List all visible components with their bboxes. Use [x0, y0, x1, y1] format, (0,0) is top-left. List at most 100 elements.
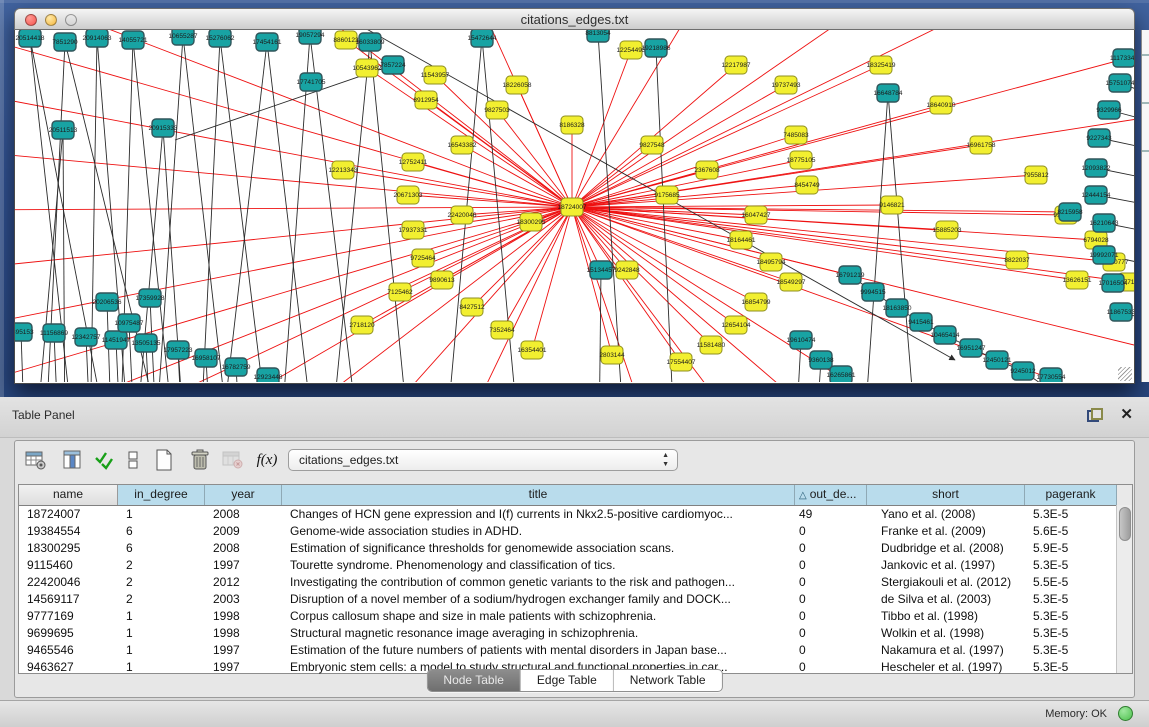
- graph-node-label: 16210643: [1090, 220, 1119, 227]
- graph-node-label: 7955812: [1023, 172, 1049, 179]
- graph-node-label: 7485083: [783, 132, 809, 139]
- citation-edge-red[interactable]: [572, 40, 1134, 207]
- table-cell: Tourette syndrome. Phenomenology and cla…: [282, 557, 795, 574]
- memory-status-indicator[interactable]: [1118, 706, 1133, 721]
- table-cell: Structural magnetic resonance image aver…: [282, 625, 795, 642]
- column-header-short[interactable]: short: [867, 485, 1025, 505]
- table-cell: 5.3E-5: [1025, 659, 1117, 676]
- graph-node-label: 11451947: [102, 337, 131, 344]
- column-header-out_de[interactable]: △out_de...: [795, 485, 867, 505]
- memory-status-label: Memory: OK: [1045, 708, 1107, 720]
- close-panel-icon[interactable]: ✕: [1120, 405, 1133, 423]
- window-resize-grip[interactable]: [1118, 367, 1132, 381]
- column-header-filler: [1117, 485, 1132, 505]
- column-header-year[interactable]: year: [205, 485, 282, 505]
- citation-edge-red[interactable]: [572, 30, 715, 207]
- citation-edge-red[interactable]: [408, 195, 572, 207]
- table-cell: 22420046: [19, 574, 118, 591]
- table-cell: 2008: [205, 506, 282, 523]
- dropdown-stepper-icon: ▲▼: [662, 451, 669, 469]
- table-cell: 2: [118, 591, 205, 608]
- table-row[interactable]: 969969511998Structural magnetic resonanc…: [19, 625, 1132, 642]
- citation-edge-red[interactable]: [572, 207, 612, 355]
- table-select-value: citations_edges.txt: [299, 453, 398, 467]
- table-cell: 9699695: [19, 625, 118, 642]
- tab-edge-table[interactable]: Edge Table: [521, 670, 614, 691]
- graph-node-label: 12213343: [329, 167, 358, 174]
- table-cell: 2009: [205, 523, 282, 540]
- citation-edge-red[interactable]: [572, 85, 786, 207]
- tab-network-table[interactable]: Network Table: [614, 670, 722, 691]
- graph-node-label: 16854799: [742, 299, 771, 306]
- table-cell: 2: [118, 557, 205, 574]
- citation-edge-red[interactable]: [572, 207, 1134, 382]
- citation-edge-black[interactable]: [220, 38, 270, 382]
- graph-node-label: 10975487: [115, 320, 144, 327]
- delete-column-icon[interactable]: [185, 446, 215, 474]
- graph-node-label: 20915333: [149, 125, 178, 132]
- table-cell: 5.3E-5: [1025, 625, 1117, 642]
- table-row[interactable]: 1938455462009Genome-wide association stu…: [19, 523, 1132, 540]
- table-cell: 5.9E-5: [1025, 540, 1117, 557]
- table-row[interactable]: 2242004622012Investigating the contribut…: [19, 574, 1132, 591]
- table-select-dropdown[interactable]: citations_edges.txt ▲▼: [288, 449, 678, 471]
- select-all-icon[interactable]: [89, 446, 119, 474]
- graph-node-label: 9890613: [429, 277, 455, 284]
- graph-node-label: 12450121: [983, 357, 1012, 364]
- new-table-icon[interactable]: [149, 446, 179, 474]
- column-header-title[interactable]: title: [282, 485, 795, 505]
- table-cell: 0: [795, 557, 867, 574]
- graph-node-label: 2367608: [694, 167, 720, 174]
- citation-edge-black[interactable]: [888, 93, 917, 382]
- table-toolbar: f(x) citations_edges.txt ▲▼: [15, 441, 1134, 481]
- vertical-scrollbar[interactable]: [1116, 505, 1132, 673]
- table-row[interactable]: 1872400712008Changes of HCN gene express…: [19, 506, 1132, 523]
- table-mode-tabs: Node TableEdge TableNetwork Table: [426, 669, 722, 692]
- tab-node-table[interactable]: Node Table: [427, 670, 521, 691]
- graph-node-label: 9415461: [908, 319, 934, 326]
- show-rows-icon[interactable]: [118, 446, 148, 474]
- citation-edge-red[interactable]: [15, 207, 572, 210]
- float-panel-icon[interactable]: [1087, 408, 1103, 422]
- delete-table-icon[interactable]: [218, 446, 248, 474]
- table-row[interactable]: 977716911998Corpus callosum shape and si…: [19, 608, 1132, 625]
- graph-node-label: 17937331: [399, 227, 428, 234]
- graph-node-label: 14055721: [119, 37, 148, 44]
- table-panel-titlebar: Table Panel ✕: [0, 397, 1149, 438]
- table-cell: 1998: [205, 625, 282, 642]
- graph-node-label: 7857224: [380, 62, 406, 69]
- citation-edge-red[interactable]: [572, 205, 892, 207]
- network-window-titlebar[interactable]: citations_edges.txt: [14, 8, 1135, 30]
- citation-edge-red[interactable]: [572, 65, 881, 207]
- table-cell: 0: [795, 574, 867, 591]
- table-settings-icon[interactable]: [21, 446, 51, 474]
- scrollbar-thumb[interactable]: [1119, 507, 1131, 541]
- network-canvas[interactable]: 1872400789129541822605898275038186328165…: [14, 30, 1135, 384]
- column-header-in_degree[interactable]: in_degree: [118, 485, 205, 505]
- graph-node-label: 20514418: [16, 35, 45, 42]
- table-row[interactable]: 1830029562008Estimation of significance …: [19, 540, 1132, 557]
- graph-node-label: 17554407: [667, 359, 696, 366]
- table-row[interactable]: 911546021997Tourette syndrome. Phenomeno…: [19, 557, 1132, 574]
- graph-node-label: 19737493: [772, 82, 801, 89]
- graph-node-label: 8186328: [559, 122, 585, 129]
- table-body: 1872400712008Changes of HCN gene express…: [19, 506, 1132, 676]
- citation-edge-red[interactable]: [343, 170, 572, 207]
- column-header-pagerank[interactable]: pagerank: [1025, 485, 1117, 505]
- window-title: citations_edges.txt: [15, 12, 1134, 27]
- network-window[interactable]: citations_edges.txt 18724007891295418226…: [14, 8, 1135, 384]
- graph-node-label: 20206536: [93, 299, 122, 306]
- graph-node-label: 17741705: [297, 79, 326, 86]
- network-graph[interactable]: 1872400789129541822605898275038186328165…: [15, 30, 1134, 382]
- table-cell: 2012: [205, 574, 282, 591]
- graph-node-label: 11867533: [1107, 309, 1134, 316]
- function-builder-icon[interactable]: f(x): [252, 446, 282, 474]
- table-row[interactable]: 1456911722003Disruption of a novel membe…: [19, 591, 1132, 608]
- graph-node-label: 9395153: [15, 329, 34, 336]
- table-row[interactable]: 946554611997Estimation of the future num…: [19, 642, 1132, 659]
- show-columns-icon[interactable]: [58, 446, 88, 474]
- graph-node-label: 18775105: [787, 157, 816, 164]
- citation-edge-red[interactable]: [455, 207, 572, 382]
- column-header-name[interactable]: name: [19, 485, 118, 505]
- graph-node-label: 22420046: [448, 212, 477, 219]
